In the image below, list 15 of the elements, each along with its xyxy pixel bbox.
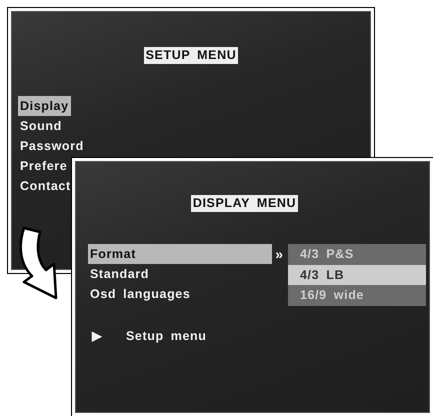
menu-item[interactable]: Sound [18,116,64,136]
menu-item[interactable]: Contact [18,176,73,196]
menu-item[interactable]: Standard [88,264,272,284]
menu-item[interactable]: Display [18,96,71,116]
menu-item[interactable]: Osd languages [88,284,272,304]
format-option[interactable]: 4/3 LB [288,264,426,285]
menu-item[interactable]: Format [88,244,272,264]
menu-title: SETUP MENU [144,47,238,64]
menu-item[interactable]: Prefere [18,156,70,176]
play-marker: ▶ [90,328,104,344]
menu-title: DISPLAY MENU [190,195,298,212]
curved-arrow-icon [20,226,58,300]
setup-menu-link[interactable]: Setup menu [126,326,207,346]
submenu-marker: » [274,245,285,264]
menu-item[interactable]: Password [18,136,86,156]
